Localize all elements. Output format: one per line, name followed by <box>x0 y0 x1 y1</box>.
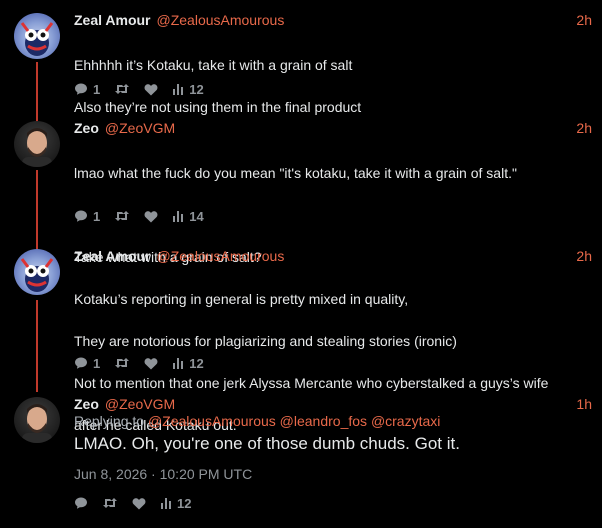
tweet-stats: 12 <box>74 494 205 512</box>
reply-count: 1 <box>93 355 101 371</box>
views-count: 12 <box>177 495 192 511</box>
replying-to: Replying to @ZealousAmourous @leandro_fo… <box>74 413 440 429</box>
views-stat[interactable]: 12 <box>172 81 204 97</box>
views-count: 14 <box>189 208 204 224</box>
zeo-avatar[interactable] <box>14 121 60 167</box>
tweet-header: Zeo @ZeoVGM 2h <box>74 118 592 138</box>
retweet-button[interactable] <box>114 356 130 370</box>
tweet[interactable]: Zeal Amour @ZealousAmourous 2h Kotaku’s … <box>0 246 602 433</box>
tweet-stats: 1 12 <box>74 354 218 372</box>
tweet-text: LMAO. Oh, you're one of those dumb chuds… <box>74 434 460 453</box>
timestamp[interactable]: 2h <box>576 120 592 136</box>
bar-chart-icon <box>173 84 184 95</box>
user-handle[interactable]: @ZeoVGM <box>105 396 175 412</box>
tweet-text-line: Not to mention that one jerk Alyssa Merc… <box>74 375 549 391</box>
timestamp[interactable]: 2h <box>576 12 592 28</box>
tweet-text-line: Kotaku’s reporting in general is pretty … <box>74 291 409 307</box>
retweet-icon <box>115 211 130 221</box>
bar-chart-icon <box>161 498 171 509</box>
tweet-header: Zeal Amour @ZealousAmourous 2h <box>74 10 592 30</box>
zeo-avatar[interactable] <box>14 397 60 443</box>
like-button[interactable] <box>132 497 146 510</box>
main-tweet[interactable]: Zeo @ZeoVGM 1h Replying to @ZealousAmour… <box>0 394 602 524</box>
mention-link[interactable]: @ZealousAmourous <box>148 413 276 429</box>
tweet-header: Zeo @ZeoVGM 1h <box>74 394 592 414</box>
retweet-icon <box>115 84 130 94</box>
retweet-icon <box>103 498 117 508</box>
reply-button[interactable]: 1 <box>74 356 100 371</box>
reply-button[interactable] <box>74 496 88 510</box>
heart-icon <box>144 83 158 95</box>
display-name[interactable]: Zeal Amour <box>74 248 151 264</box>
heart-icon <box>144 210 158 222</box>
reply-button[interactable]: 1 <box>74 209 100 224</box>
comment-icon <box>75 357 87 369</box>
bar-chart-icon <box>173 358 184 369</box>
tweet-stats: 1 12 <box>74 80 218 98</box>
user-handle[interactable]: @ZealousAmourous <box>157 248 285 264</box>
reply-count: 1 <box>93 208 101 224</box>
mention-link[interactable]: @leandro_fos <box>280 413 367 429</box>
tweet[interactable]: Zeo @ZeoVGM 2h lmao what the fuck do you… <box>0 118 602 265</box>
bar-chart-icon <box>173 211 184 222</box>
timestamp[interactable]: 2h <box>576 248 592 264</box>
retweet-button[interactable] <box>114 82 130 96</box>
like-button[interactable] <box>144 83 158 96</box>
tweet[interactable]: Zeal Amour @ZealousAmourous 2h Ehhhhh it… <box>0 10 602 115</box>
zeal-amour-avatar[interactable] <box>14 13 60 59</box>
retweet-button[interactable] <box>102 496 118 510</box>
tweet-header: Zeal Amour @ZealousAmourous 2h <box>74 246 592 266</box>
views-stat[interactable]: 12 <box>172 355 204 371</box>
views-count: 12 <box>189 81 204 97</box>
timestamp[interactable]: 1h <box>576 396 592 412</box>
tweet-text-line: They are notorious for plagiarizing and … <box>74 333 457 349</box>
views-count: 12 <box>189 355 204 371</box>
tweet-text-line: lmao what the fuck do you mean "it's kot… <box>74 165 517 181</box>
retweet-button[interactable] <box>114 209 130 223</box>
zeal-amour-avatar[interactable] <box>14 249 60 295</box>
retweet-icon <box>115 358 130 368</box>
heart-icon <box>144 357 158 369</box>
conversation-thread: Zeal Amour @ZealousAmourous 2h Ehhhhh it… <box>0 0 602 528</box>
replying-label: Replying to <box>74 413 145 429</box>
user-handle[interactable]: @ZeoVGM <box>105 120 175 136</box>
display-name[interactable]: Zeo <box>74 120 99 136</box>
reply-count: 1 <box>93 81 101 97</box>
like-button[interactable] <box>144 357 158 370</box>
comment-icon <box>75 210 87 222</box>
tweet-text-line: Ehhhhh it’s Kotaku, take it with a grain… <box>74 57 353 73</box>
views-stat[interactable]: 12 <box>160 496 191 511</box>
tweet-date[interactable]: Jun 8, 2026 · 10:20 PM UTC <box>74 466 252 482</box>
display-name[interactable]: Zeal Amour <box>74 12 151 28</box>
comment-icon <box>75 83 87 95</box>
user-handle[interactable]: @ZealousAmourous <box>157 12 285 28</box>
heart-icon <box>132 497 146 509</box>
comment-icon <box>75 497 87 509</box>
tweet-stats: 1 14 <box>74 207 218 225</box>
views-stat[interactable]: 14 <box>172 208 204 224</box>
like-button[interactable] <box>144 210 158 223</box>
mention-link[interactable]: @crazytaxi <box>371 413 440 429</box>
tweet-text-line: Also they’re not using them in the final… <box>74 99 362 115</box>
reply-button[interactable]: 1 <box>74 82 100 97</box>
display-name[interactable]: Zeo <box>74 396 99 412</box>
